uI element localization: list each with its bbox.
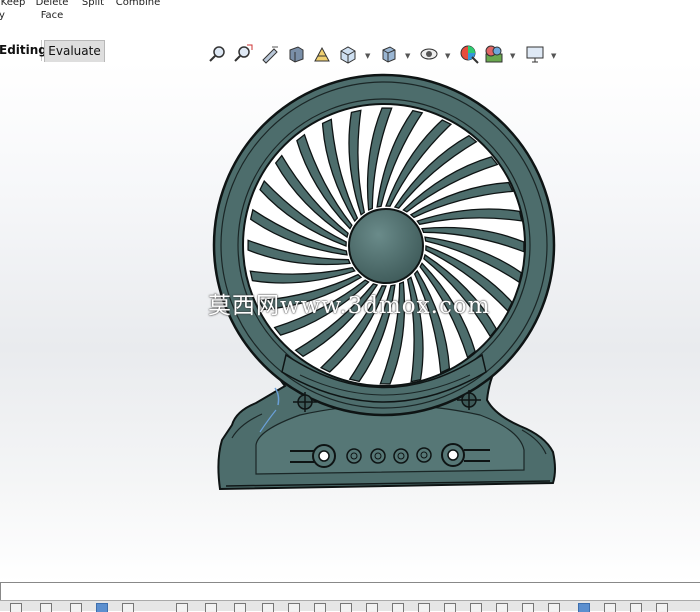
bottom-tool-icon[interactable]: [470, 603, 482, 612]
combine-button[interactable]: Combine: [114, 0, 162, 9]
status-bar: [0, 582, 700, 601]
split-button[interactable]: Split: [80, 0, 106, 9]
bottom-tool-icon[interactable]: [630, 603, 642, 612]
bottom-tool-icon[interactable]: [10, 603, 22, 612]
tab-evaluate[interactable]: Evaluate: [44, 40, 105, 62]
apply-scene-dropdown-icon[interactable]: ▼: [510, 52, 515, 60]
bottom-tool-icon[interactable]: [548, 603, 560, 612]
view-settings-icon[interactable]: [525, 44, 545, 64]
hide-show-items-icon[interactable]: [419, 44, 439, 64]
delete-face-button[interactable]: Delete Face: [34, 0, 70, 22]
keep-body-button[interactable]: Keep y: [0, 0, 28, 22]
bottom-tool-icon[interactable]: [96, 603, 108, 612]
bottom-tool-icon[interactable]: [340, 603, 352, 612]
bottom-tool-icon[interactable]: [314, 603, 326, 612]
dynamic-annotation-view-icon[interactable]: [312, 44, 332, 64]
view-orientation-dropdown-icon[interactable]: ▼: [365, 52, 370, 60]
zoom-to-fit-icon[interactable]: [208, 44, 228, 64]
bottom-tool-icon[interactable]: [122, 603, 134, 612]
graphics-viewport[interactable]: 莫西网www.3dmox.com: [0, 62, 700, 582]
bottom-tool-icon[interactable]: [234, 603, 246, 612]
apply-scene-icon[interactable]: [484, 44, 504, 64]
bottom-tool-icon[interactable]: [392, 603, 404, 612]
edit-appearance-icon[interactable]: [459, 44, 479, 64]
bottom-tool-icon[interactable]: [656, 603, 668, 612]
display-style-dropdown-icon[interactable]: ▼: [405, 52, 410, 60]
section-view-icon[interactable]: [286, 44, 306, 64]
bottom-tool-icon[interactable]: [522, 603, 534, 612]
bottom-tool-icon[interactable]: [496, 603, 508, 612]
bottom-tool-icon[interactable]: [262, 603, 274, 612]
watermark-text: 莫西网www.3dmox.com: [208, 293, 491, 319]
bottom-tool-icon[interactable]: [176, 603, 188, 612]
display-style-icon[interactable]: [379, 44, 399, 64]
desk-fan-model[interactable]: [0, 62, 700, 582]
bottom-tool-icon[interactable]: [578, 603, 590, 612]
view-settings-dropdown-icon[interactable]: ▼: [551, 52, 556, 60]
previous-view-icon[interactable]: [260, 44, 280, 64]
command-ribbon: Keep y Delete Face Split Combine: [0, 0, 700, 40]
tab-editing[interactable]: Editing: [0, 40, 47, 61]
bottom-tool-icon[interactable]: [288, 603, 300, 612]
bottom-tool-icon[interactable]: [418, 603, 430, 612]
zoom-to-area-icon[interactable]: [233, 44, 253, 64]
hide-show-dropdown-icon[interactable]: ▼: [445, 52, 450, 60]
fan-hub: [348, 208, 424, 284]
bottom-tool-icon[interactable]: [40, 603, 52, 612]
view-orientation-icon[interactable]: [338, 44, 358, 64]
bottom-tool-icon[interactable]: [366, 603, 378, 612]
bottom-tool-icon[interactable]: [444, 603, 456, 612]
bottom-toolbar: [0, 600, 700, 612]
bottom-tool-icon[interactable]: [205, 603, 217, 612]
bottom-tool-icon[interactable]: [70, 603, 82, 612]
bottom-tool-icon[interactable]: [604, 603, 616, 612]
